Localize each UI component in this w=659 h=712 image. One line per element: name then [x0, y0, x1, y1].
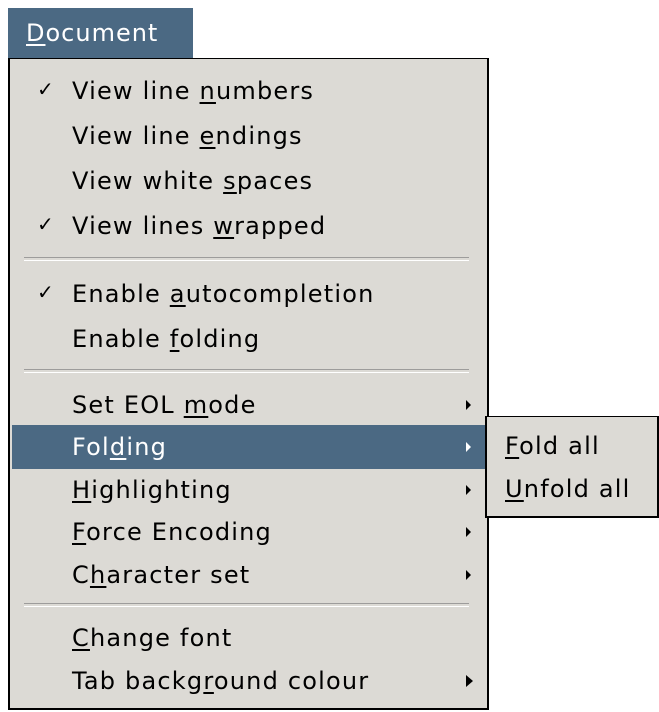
check-icon: ✓ [37, 77, 55, 101]
menu-document-label: Document [26, 19, 159, 47]
menu-item-enable-autocompletion[interactable]: ✓ Enable autocompletion [12, 272, 485, 316]
menu-separator [24, 369, 469, 373]
menu-item-highlighting[interactable]: Highlighting [12, 468, 485, 512]
menu-document[interactable]: Document [8, 8, 193, 58]
menu-item-view-line-numbers[interactable]: ✓ View line numbers [12, 69, 485, 113]
menu-item-label: Folding [72, 433, 168, 461]
menu-item-label: Tab background colour [72, 667, 370, 695]
menu-separator [24, 603, 469, 607]
menu-item-label: Force Encoding [72, 518, 272, 546]
submenu-arrow-icon [466, 485, 471, 495]
menu-item-view-line-endings[interactable]: View line endings [12, 114, 485, 158]
menu-item-label: View line endings [72, 122, 303, 150]
menu-item-label: Set EOL mode [72, 391, 257, 419]
menu-item-folding[interactable]: Folding [12, 425, 485, 469]
submenu-item-label: Fold all [505, 432, 600, 460]
menu-separator [24, 257, 469, 261]
menu-item-label: Enable autocompletion [72, 280, 375, 308]
menu-item-set-eol-mode[interactable]: Set EOL mode [12, 383, 485, 427]
menu-item-label: View white spaces [72, 167, 314, 195]
menu-item-label: View line numbers [72, 77, 315, 105]
menu-item-tab-background-colour[interactable]: Tab background colour [12, 659, 485, 703]
menu-item-enable-folding[interactable]: Enable folding [12, 317, 485, 361]
submenu-arrow-icon [466, 675, 473, 687]
check-icon: ✓ [37, 280, 55, 304]
submenu-arrow-icon [466, 527, 471, 537]
menu-item-label: Character set [72, 561, 251, 589]
submenu-item-fold-all[interactable]: Fold all [505, 425, 600, 467]
menu-item-force-encoding[interactable]: Force Encoding [12, 510, 485, 554]
menu-item-label: Highlighting [72, 476, 232, 504]
menu-item-view-white-spaces[interactable]: View white spaces [12, 159, 485, 203]
submenu-item-unfold-all[interactable]: Unfold all [505, 468, 631, 510]
submenu-arrow-icon [466, 400, 471, 410]
submenu-arrow-icon [466, 442, 471, 452]
check-icon: ✓ [37, 212, 55, 236]
folding-submenu: Fold all Unfold all [485, 416, 659, 518]
submenu-arrow-icon [466, 570, 471, 580]
menu-item-label: Enable folding [72, 325, 261, 353]
document-menu: ✓ View line numbers View line endings Vi… [8, 58, 489, 710]
submenu-item-label: Unfold all [505, 475, 631, 503]
menu-item-change-font[interactable]: Change font [12, 616, 485, 660]
menu-item-character-set[interactable]: Character set [12, 553, 485, 597]
menu-item-view-lines-wrapped[interactable]: ✓ View lines wrapped [12, 204, 485, 248]
menu-item-label: View lines wrapped [72, 212, 327, 240]
menu-item-label: Change font [72, 624, 233, 652]
